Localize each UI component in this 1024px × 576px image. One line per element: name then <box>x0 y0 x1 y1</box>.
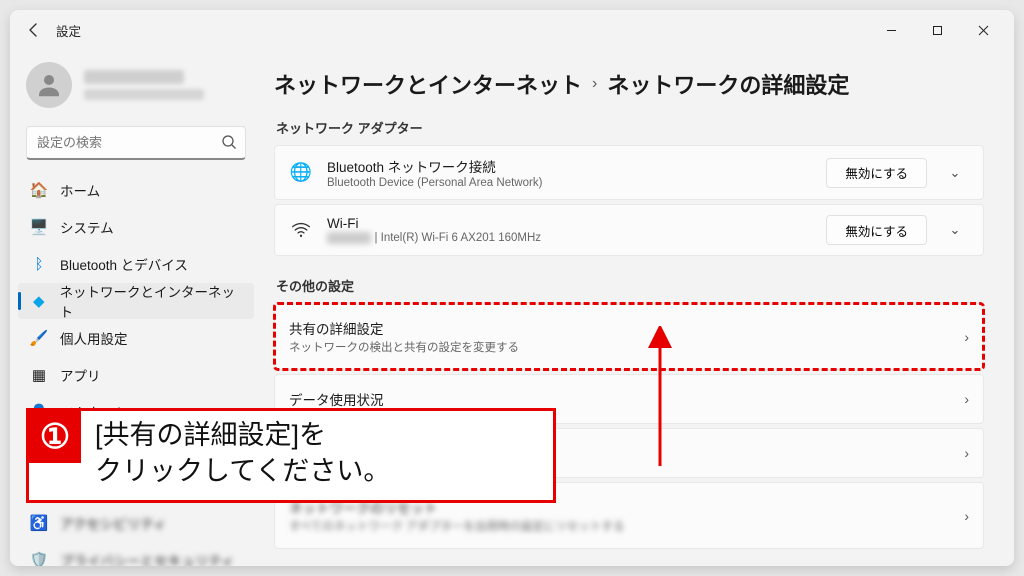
nav-personalization[interactable]: 🖌️個人用設定 <box>18 320 254 356</box>
chevron-right-icon: › <box>592 75 597 93</box>
adapter-wifi[interactable]: Wi-Fi xxxxxxx | Intel(R) Wi-Fi 6 AX201 1… <box>274 204 984 256</box>
row-advanced-sharing[interactable]: 共有の詳細設定 ネットワークの検出と共有の設定を変更する › <box>274 303 984 370</box>
home-icon: 🏠 <box>30 181 48 199</box>
row-r4-sub: すべてのネットワーク アダプターを出荷時の設定にリセットする <box>289 518 950 534</box>
adapter-bt-sub: Bluetooth Device (Personal Area Network) <box>327 177 812 189</box>
row-sharing-title: 共有の詳細設定 <box>289 318 950 338</box>
titlebar: 設定 <box>10 10 1014 50</box>
profile-email-blurred <box>84 89 204 100</box>
adapter-wifi-sub: xxxxxxx | Intel(R) Wi-Fi 6 AX201 160MHz <box>327 232 812 244</box>
maximize-button[interactable] <box>914 14 960 46</box>
privacy-icon: 🛡️ <box>30 551 48 566</box>
section-adapters-heading: ネットワーク アダプター <box>276 118 984 137</box>
annotation-text: [共有の詳細設定]をクリックしてください。 <box>81 411 404 500</box>
chevron-right-icon: › <box>964 391 969 407</box>
search-icon <box>221 134 237 155</box>
adapter-wifi-disable-button[interactable]: 無効にする <box>826 215 927 245</box>
annotation-badge: ① <box>29 411 81 463</box>
window-controls <box>868 14 1006 46</box>
nav-system[interactable]: 🖥️システム <box>18 209 254 245</box>
wifi-icon <box>289 218 313 242</box>
nav-accessibility[interactable]: ♿アクセシビリティ <box>18 505 254 541</box>
nav-privacy[interactable]: 🛡️プライバシーとセキュリティ <box>18 542 254 566</box>
apps-icon: ▦ <box>30 366 48 384</box>
adapter-bt-disable-button[interactable]: 無効にする <box>826 158 927 188</box>
chevron-right-icon: › <box>964 508 969 524</box>
chevron-down-icon[interactable]: ⌄ <box>941 165 969 181</box>
chevron-right-icon: › <box>964 329 969 345</box>
profile-block[interactable] <box>18 58 254 122</box>
avatar <box>26 62 72 108</box>
globe-bluetooth-icon: 🌐 <box>289 161 313 185</box>
nav-apps[interactable]: ▦アプリ <box>18 357 254 393</box>
row-data-title: データ使用状況 <box>289 389 950 409</box>
chevron-right-icon: › <box>964 445 969 461</box>
chevron-down-icon[interactable]: ⌄ <box>941 222 969 238</box>
section-other-heading: その他の設定 <box>276 276 984 295</box>
minimize-button[interactable] <box>868 14 914 46</box>
back-button[interactable] <box>18 14 50 46</box>
nav-list: 🏠ホーム 🖥️システム ᛒBluetooth とデバイス ◆ネットワークとインタ… <box>18 172 254 566</box>
adapter-wifi-title: Wi-Fi <box>327 216 812 231</box>
annotation-callout: ① [共有の詳細設定]をクリックしてください。 <box>26 408 556 503</box>
breadcrumb-parent[interactable]: ネットワークとインターネット <box>274 68 582 100</box>
nav-network[interactable]: ◆ネットワークとインターネット <box>18 283 254 319</box>
close-button[interactable] <box>960 14 1006 46</box>
profile-name-blurred <box>84 70 184 84</box>
adapter-bt-title: Bluetooth ネットワーク接続 <box>327 156 812 176</box>
search-box <box>26 126 246 160</box>
system-icon: 🖥️ <box>30 218 48 236</box>
adapter-bluetooth[interactable]: 🌐 Bluetooth ネットワーク接続 Bluetooth Device (P… <box>274 145 984 200</box>
search-input[interactable] <box>26 126 246 160</box>
nav-home[interactable]: 🏠ホーム <box>18 172 254 208</box>
network-icon: ◆ <box>30 292 48 310</box>
breadcrumb: ネットワークとインターネット › ネットワークの詳細設定 <box>274 68 984 100</box>
breadcrumb-current: ネットワークの詳細設定 <box>607 68 849 100</box>
personalization-icon: 🖌️ <box>30 329 48 347</box>
accessibility-icon: ♿ <box>30 514 48 532</box>
nav-bluetooth[interactable]: ᛒBluetooth とデバイス <box>18 246 254 282</box>
window-title: 設定 <box>56 21 81 40</box>
row-sharing-sub: ネットワークの検出と共有の設定を変更する <box>289 339 950 355</box>
settings-window: 設定 🏠ホーム 🖥️システム <box>10 10 1014 566</box>
bluetooth-icon: ᛒ <box>30 255 48 273</box>
